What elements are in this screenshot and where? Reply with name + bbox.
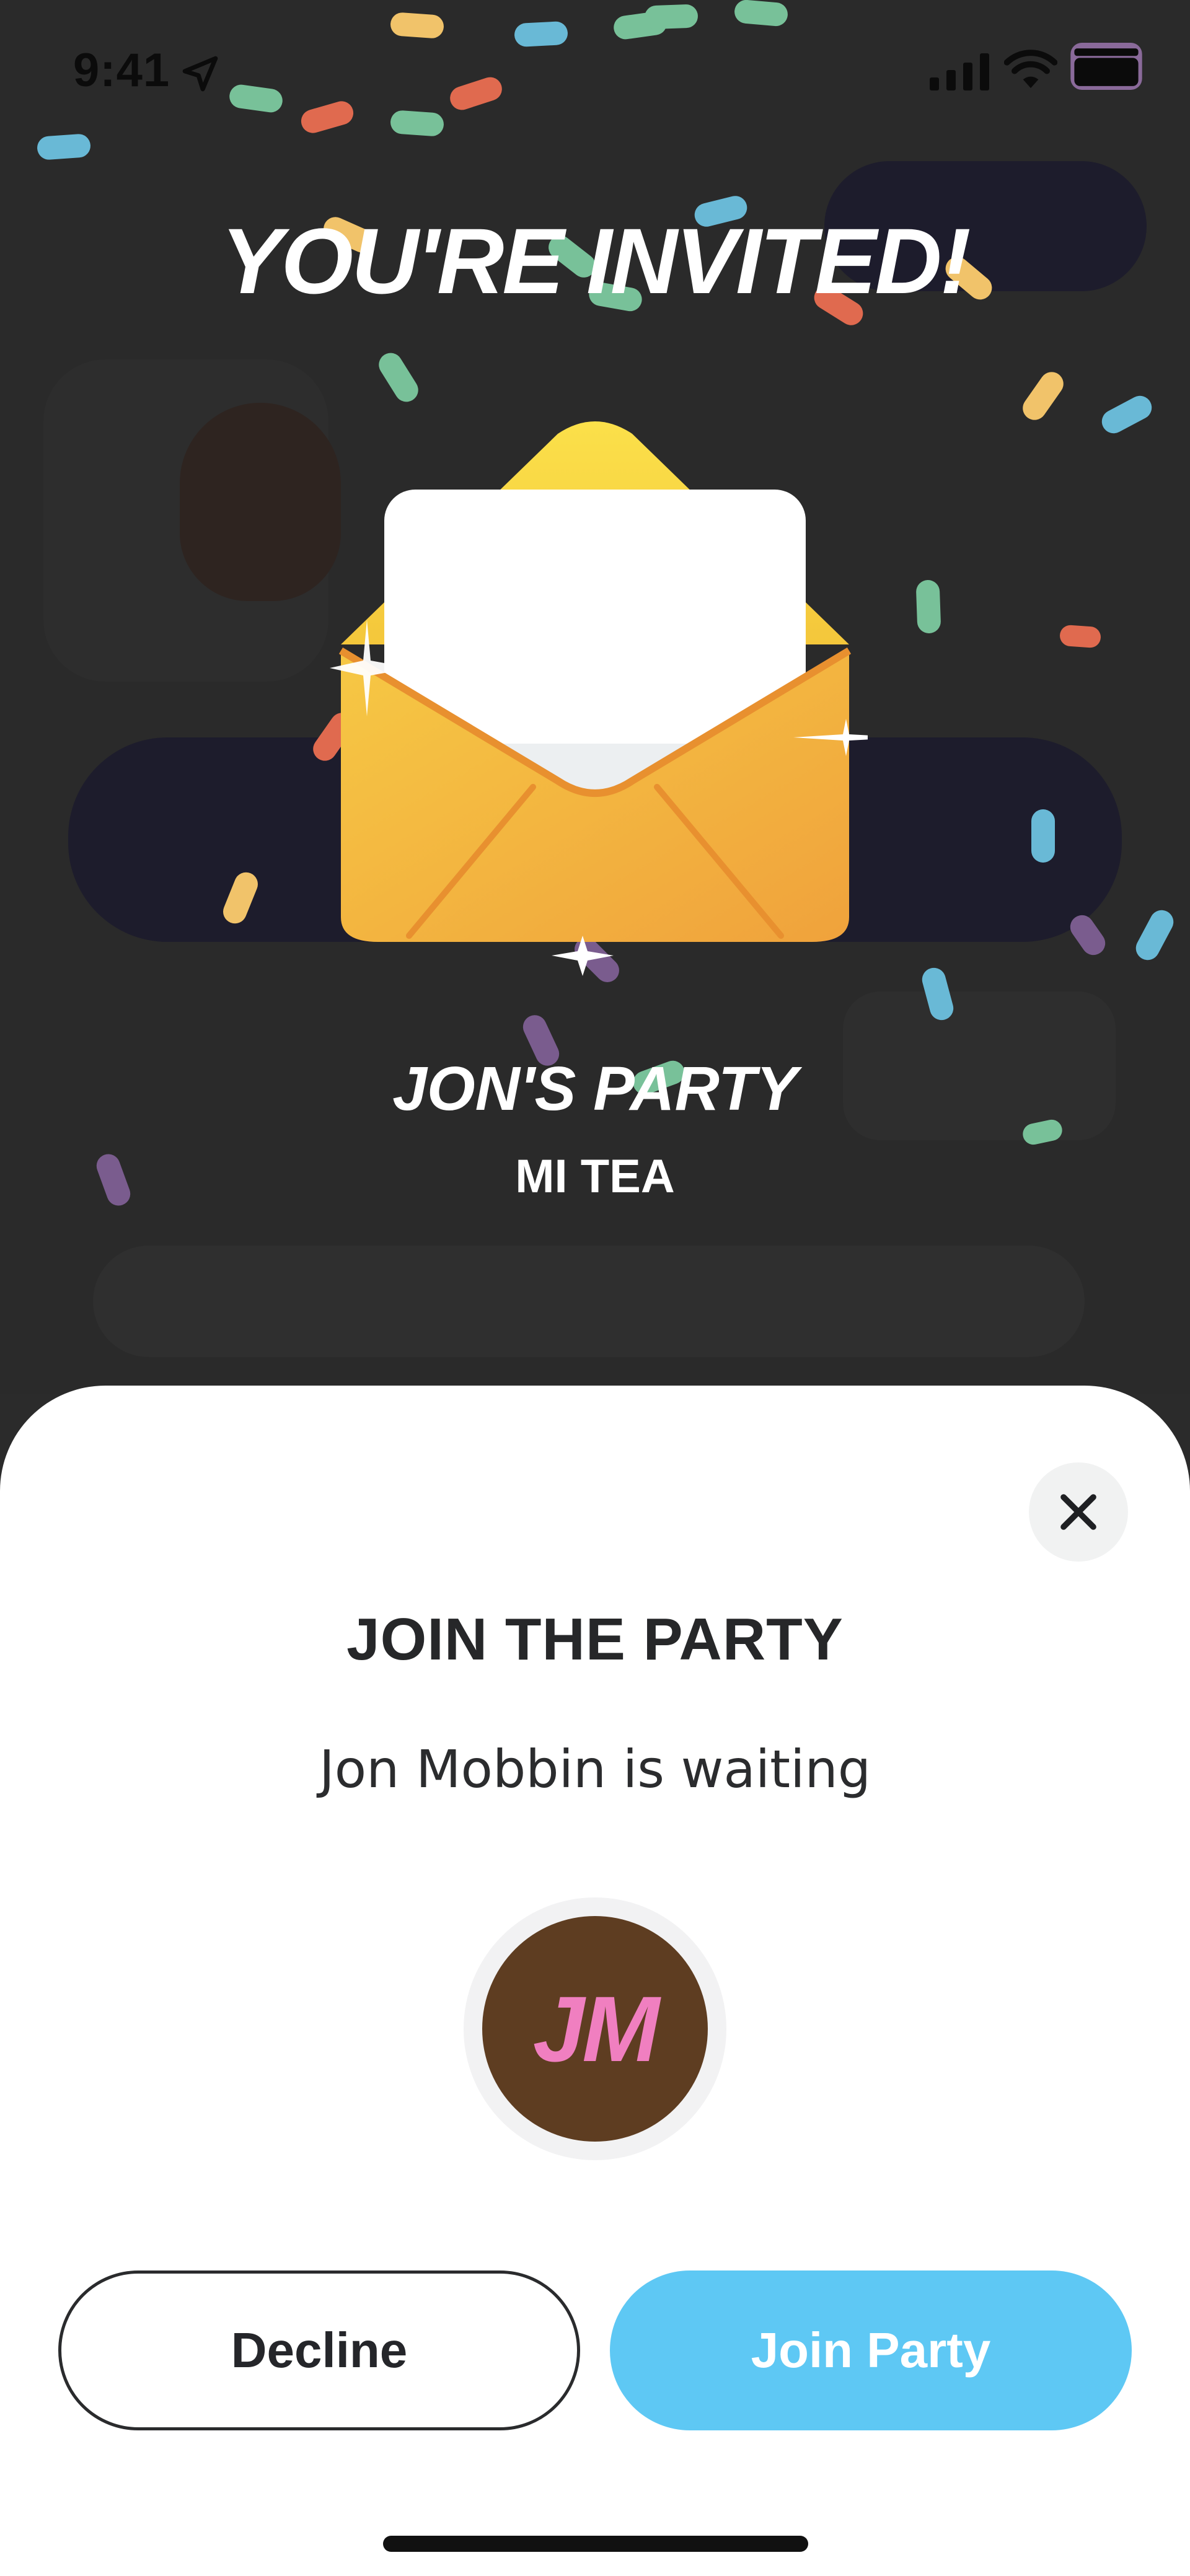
avatar-circle: JM (482, 1916, 708, 2142)
wifi-icon (1004, 50, 1057, 89)
avatar: JM (464, 1897, 726, 2160)
sheet-subtitle: Jon Mobbin is waiting (319, 1739, 871, 1800)
location-arrow-icon (182, 56, 218, 92)
join-party-button[interactable]: Join Party (610, 2270, 1132, 2430)
decline-button[interactable]: Decline (58, 2270, 580, 2430)
party-subtitle: MI TEA (515, 1150, 675, 1203)
avatar-initials: JM (532, 1976, 659, 2081)
home-indicator (383, 2536, 808, 2552)
cellular-signal-icon (930, 53, 989, 90)
envelope-illustration (330, 421, 868, 976)
status-bar: 9:41 (0, 0, 1190, 149)
invitation-background: 9:41 YOU'RE INVITED! JON'S PARTY MI TEA (0, 0, 1190, 1394)
close-button[interactable] (1029, 1462, 1128, 1562)
sheet-title: JOIN THE PARTY (346, 1606, 844, 1673)
invited-title: YOU'RE INVITED! (221, 209, 971, 313)
party-name: JON'S PARTY (392, 1054, 798, 1123)
close-icon (1060, 1494, 1096, 1530)
battery-icon (1070, 43, 1142, 90)
status-time: 9:41 (73, 44, 170, 97)
blurred-shape (180, 403, 341, 601)
join-party-sheet: JOIN THE PARTY Jon Mobbin is waiting JM … (0, 1386, 1190, 2576)
blurred-shape (93, 1246, 1085, 1357)
